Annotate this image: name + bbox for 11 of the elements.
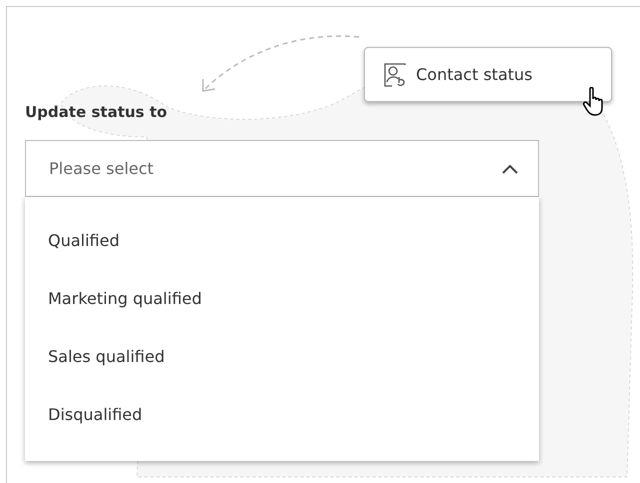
person-icon [384, 62, 406, 86]
dropdown-option[interactable]: Disqualified [25, 386, 539, 444]
chevron-up-icon [502, 164, 518, 174]
status-select[interactable]: Please select [25, 140, 539, 197]
dropdown-option[interactable]: Qualified [25, 212, 539, 270]
dropdown-option[interactable]: Sales qualified [25, 328, 539, 386]
field-label: Update status to [25, 102, 168, 123]
contact-status-button[interactable]: Contact status [364, 47, 612, 102]
dropdown-option[interactable]: Marketing qualified [25, 270, 539, 328]
tooltip-label: Contact status [416, 64, 532, 86]
placeholder-text: Please select [49, 158, 154, 180]
